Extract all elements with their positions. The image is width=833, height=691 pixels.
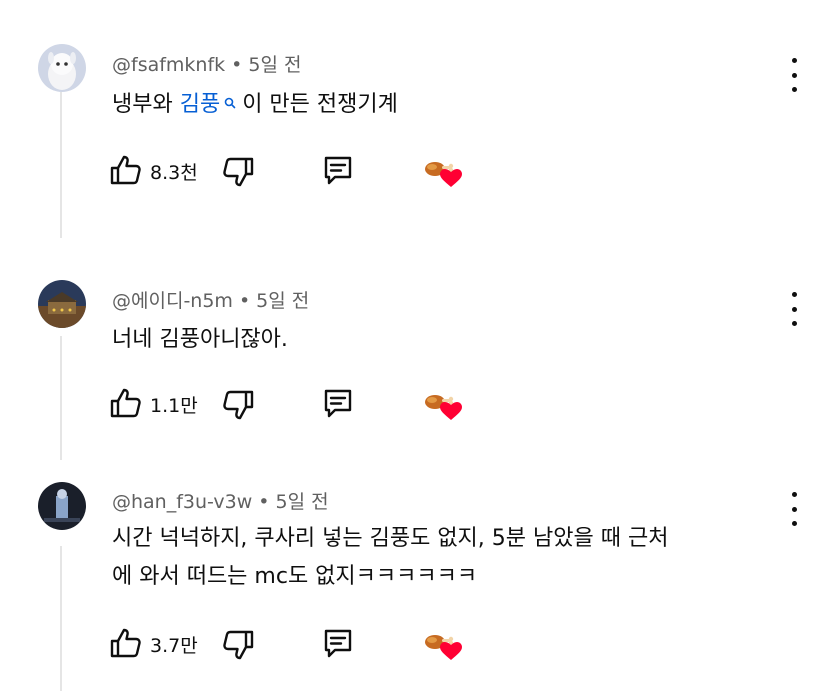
thread-line <box>60 546 62 691</box>
author-handle[interactable]: @fsafmknfk <box>112 54 225 76</box>
comment-time[interactable]: 5일 전 <box>256 290 309 312</box>
avatar[interactable] <box>38 482 86 530</box>
comment-time[interactable]: 5일 전 <box>275 491 328 513</box>
reply-icon <box>324 389 352 418</box>
reply-button[interactable] <box>320 385 356 421</box>
comment-meta: @fsafmknfk • 5일 전 <box>112 50 301 77</box>
creator-heart-icon <box>420 627 466 663</box>
separator-dot: • <box>258 491 270 513</box>
search-icon <box>224 86 236 124</box>
thumbs-down-icon <box>223 390 254 420</box>
thumbs-up-icon <box>110 155 141 185</box>
author-handle[interactable]: @에이디-n5m <box>112 290 233 312</box>
avatar[interactable] <box>38 280 86 328</box>
comment-text-part: 이 만든 전쟁기계 <box>242 92 398 117</box>
comment-meta: @에이디-n5m • 5일 전 <box>112 286 309 313</box>
dislike-button[interactable] <box>220 387 256 423</box>
comment-actions: 1.1만 <box>108 385 488 421</box>
reply-button[interactable] <box>320 152 356 188</box>
search-link-label: 김풍 <box>179 92 221 117</box>
creator-heart-icon <box>420 387 466 423</box>
comment-text-line: 에 와서 떠드는 mc도 없지ㅋㅋㅋㅋㅋㅋ <box>112 564 478 589</box>
thumbs-down-icon <box>223 630 254 660</box>
like-count: 3.7만 <box>150 635 198 657</box>
like-count: 8.3천 <box>150 162 198 184</box>
comment-item: @에이디-n5m • 5일 전 너네 김풍아니잖아. 1.1만 <box>0 240 833 462</box>
like-count: 1.1만 <box>150 395 198 417</box>
avatar[interactable] <box>38 44 86 92</box>
comment-text: 냉부와 김풍 이 만든 전쟁기계 <box>112 86 792 124</box>
comment-time[interactable]: 5일 전 <box>248 54 301 76</box>
avatar-image <box>38 280 86 328</box>
dislike-button[interactable] <box>220 154 256 190</box>
comment-text-line: 시간 넉넉하지, 쿠사리 넣는 김풍도 없지, 5분 남았을 때 근처 <box>112 526 669 551</box>
more-vertical-icon <box>791 58 797 63</box>
creator-heart-icon <box>420 154 466 190</box>
comment-text: 시간 넉넉하지, 쿠사리 넣는 김풍도 없지, 5분 남았을 때 근처 에 와서… <box>112 520 792 596</box>
reply-button[interactable] <box>320 625 356 661</box>
reply-icon <box>324 156 352 185</box>
comment-text-part: 냉부와 <box>112 92 180 117</box>
search-link[interactable]: 김풍 <box>180 92 242 117</box>
like-button[interactable] <box>108 152 144 188</box>
thumbs-up-icon <box>110 628 141 658</box>
separator-dot: • <box>231 54 243 76</box>
like-button[interactable] <box>108 385 144 421</box>
dislike-button[interactable] <box>220 627 256 663</box>
comment-meta: @han_f3u-v3w • 5일 전 <box>112 487 329 514</box>
comment-item: @han_f3u-v3w • 5일 전 시간 넉넉하지, 쿠사리 넣는 김풍도 없지… <box>0 462 833 691</box>
thread-line <box>60 92 62 238</box>
author-handle[interactable]: @han_f3u-v3w <box>112 491 252 513</box>
thread-line <box>60 336 62 460</box>
comment-item: @fsafmknfk • 5일 전 냉부와 김풍 이 만든 전쟁기계 8.3천 <box>0 0 833 240</box>
thumbs-up-icon <box>110 388 141 418</box>
comment-text: 너네 김풍아니잖아. <box>112 327 288 352</box>
like-button[interactable] <box>108 625 144 661</box>
more-vertical-icon <box>791 492 797 497</box>
avatar-image <box>38 44 86 92</box>
comment-actions: 8.3천 <box>108 152 488 188</box>
comment-actions: 3.7만 <box>108 625 488 661</box>
avatar-image <box>38 482 86 530</box>
separator-dot: • <box>238 290 251 312</box>
reply-icon <box>324 629 352 658</box>
more-vertical-icon <box>791 292 797 297</box>
thumbs-down-icon <box>223 157 254 187</box>
